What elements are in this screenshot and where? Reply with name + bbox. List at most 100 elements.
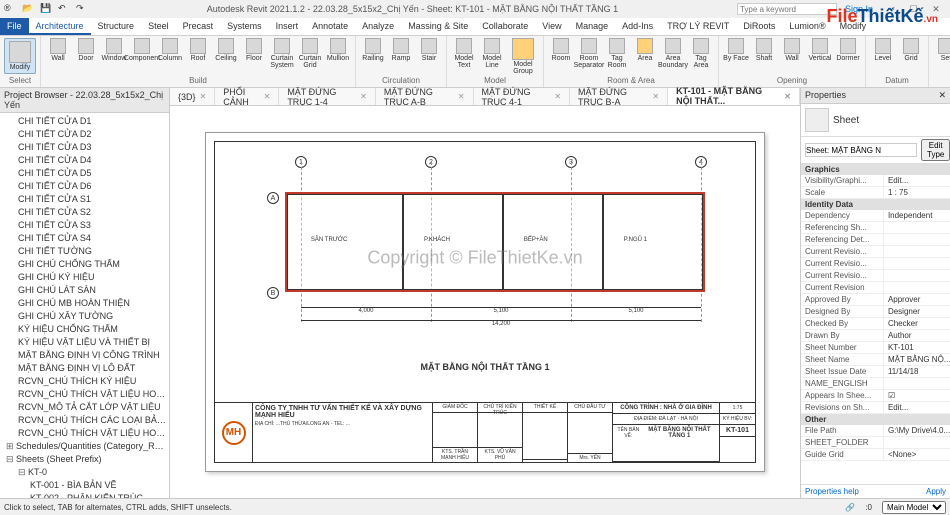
tool-room[interactable]: Room (548, 38, 574, 62)
properties-help-link[interactable]: Properties help (805, 487, 859, 496)
save-icon[interactable]: 💾 (40, 3, 52, 15)
tool-tag-room[interactable]: Tag Room (604, 38, 630, 69)
prop-row[interactable]: Sheet NumberKT-101 (801, 342, 950, 354)
edit-type-button[interactable]: Edit Type (921, 139, 950, 161)
prop-category[interactable]: Other (801, 414, 950, 425)
prop-row[interactable]: Approved ByApprover (801, 294, 950, 306)
prop-row[interactable]: SHEET_FOLDER (801, 437, 950, 449)
prop-row[interactable]: Checked ByChecker (801, 318, 950, 330)
tree-item[interactable]: RCVN_CHÚ THÍCH VẬT LIỆU HOÀN THIỆN (2, 388, 167, 401)
tree-item[interactable]: KT-001 - BÌA BẢN VẼ (2, 479, 167, 492)
ribbon-tab-diroots[interactable]: DiRoots (736, 18, 782, 35)
view-tab[interactable]: MẶT ĐỨNG TRỤC 1-4✕ (279, 88, 376, 105)
tree-item[interactable]: KT-002 - PHÂN KIẾN TRÚC (2, 492, 167, 498)
tree-item[interactable]: CHI TIẾT CỬA D4 (2, 154, 167, 167)
close-tab-icon[interactable]: ✕ (264, 92, 271, 101)
tree-item[interactable]: GHI CHÚ CHỐNG THẤM (2, 258, 167, 271)
ribbon-tab-systems[interactable]: Systems (220, 18, 269, 35)
tool-wall[interactable]: Wall (779, 38, 805, 62)
tree-item[interactable]: GHI CHÚ MB HOÀN THIỆN (2, 297, 167, 310)
ribbon-tab-massing-site[interactable]: Massing & Site (401, 18, 475, 35)
view-tab[interactable]: MẶT ĐỨNG TRỤC A-B✕ (376, 88, 474, 105)
tree-item[interactable]: KÝ HIỆU VẬT LIỆU VÀ THIẾT BỊ (2, 336, 167, 349)
ribbon-tab-add-ins[interactable]: Add-Ins (615, 18, 660, 35)
prop-row[interactable]: Referencing Sh... (801, 222, 950, 234)
ribbon-tab-annotate[interactable]: Annotate (305, 18, 355, 35)
close-tab-icon[interactable]: ✕ (652, 92, 659, 101)
tool-room-separator[interactable]: Room Separator (576, 38, 602, 69)
properties-grid[interactable]: GraphicsVisibility/Graphi...Edit...Scale… (801, 164, 950, 484)
ribbon-tab-analyze[interactable]: Analyze (355, 18, 401, 35)
prop-row[interactable]: Scale1 : 75 (801, 187, 950, 199)
tool-mullion[interactable]: Mullion (325, 38, 351, 62)
tree-item[interactable]: RCVN_CHÚ THÍCH VẬT LIỆU HOÀN THIỆN 2 (2, 427, 167, 440)
ribbon-tab-collaborate[interactable]: Collaborate (475, 18, 535, 35)
close-tab-icon[interactable]: ✕ (554, 92, 561, 101)
prop-row[interactable]: Sheet NameMẶT BẰNG NỘ... (801, 354, 950, 366)
tree-item[interactable]: CHI TIẾT CỬA S3 (2, 219, 167, 232)
ribbon-tab-manage[interactable]: Manage (569, 18, 616, 35)
view-tab[interactable]: MẶT ĐỨNG TRỤC 4-1✕ (474, 88, 571, 105)
tool-area[interactable]: Area (632, 38, 658, 62)
link-icon[interactable]: 🔗 (845, 503, 855, 512)
prop-row[interactable]: Appears In Shee...☑ (801, 390, 950, 402)
ribbon-tab-tr-l-revit[interactable]: TRỢ LÝ REVIT (660, 18, 736, 35)
canvas[interactable]: 1 2 3 4 A B SÂN TRƯỚC (170, 106, 800, 498)
tree-item[interactable]: ⊟Sheets (Sheet Prefix) (2, 453, 167, 466)
prop-row[interactable]: Guide Grid<None> (801, 449, 950, 461)
tree-item[interactable]: MẶT BẰNG ĐỊNH VỊ LÔ ĐẤT (2, 362, 167, 375)
redo-icon[interactable]: ↷ (76, 3, 88, 15)
tool-shaft[interactable]: Shaft (751, 38, 777, 62)
prop-category[interactable]: Identity Data (801, 199, 950, 210)
type-selector[interactable]: Sheet (801, 104, 950, 137)
tree-item[interactable]: CHI TIẾT CỬA D3 (2, 141, 167, 154)
tree-item[interactable]: CHI TIẾT CỬA D2 (2, 128, 167, 141)
tool-ramp[interactable]: Ramp (388, 38, 414, 62)
tree-item[interactable]: CHI TIẾT CỬA S2 (2, 206, 167, 219)
prop-row[interactable]: File PathG:\My Drive\4.0... (801, 425, 950, 437)
tree-item[interactable]: ⊟KT-0 (2, 466, 167, 479)
tree-item[interactable]: CHI TIẾT CỬA D5 (2, 167, 167, 180)
tool-grid[interactable]: Grid (898, 38, 924, 62)
close-tab-icon[interactable]: ✕ (360, 92, 367, 101)
close-icon[interactable]: ✕ (938, 90, 946, 101)
prop-category[interactable]: Graphics (801, 164, 950, 175)
ribbon-tab-lumion-[interactable]: Lumion® (782, 18, 832, 35)
tree-item[interactable]: RCVN_CHÚ THÍCH KÝ HIỆU (2, 375, 167, 388)
ribbon-tab-structure[interactable]: Structure (91, 18, 142, 35)
prop-row[interactable]: DependencyIndependent (801, 210, 950, 222)
prop-row[interactable]: Referencing Det... (801, 234, 950, 246)
tool-by-face[interactable]: By Face (723, 38, 749, 62)
tool-tag-area[interactable]: Tag Area (688, 38, 714, 69)
prop-row[interactable]: Current Revisio... (801, 246, 950, 258)
tool-column[interactable]: Column (157, 38, 183, 62)
tree-item[interactable]: CHI TIẾT TƯỜNG (2, 245, 167, 258)
prop-row[interactable]: Current Revision (801, 282, 950, 294)
tool-floor[interactable]: Floor (241, 38, 267, 62)
tree-item[interactable]: ⊞Schedules/Quantities (Category_RCVN) (2, 440, 167, 453)
workset-select[interactable]: Main Model (882, 501, 946, 514)
tree-item[interactable]: GHI CHÚ LÁT SÀN (2, 284, 167, 297)
prop-row[interactable]: Current Revisio... (801, 258, 950, 270)
tool-model-line[interactable]: Model Line (479, 38, 505, 69)
search-input[interactable] (737, 3, 837, 15)
tool-model-text[interactable]: Model Text (451, 38, 477, 69)
ribbon-tab-steel[interactable]: Steel (141, 18, 176, 35)
tool-curtain-grid[interactable]: Curtain Grid (297, 38, 323, 69)
prop-row[interactable]: Revisions on Sh...Edit... (801, 402, 950, 414)
ribbon-tab-file[interactable]: File (0, 18, 29, 35)
tool-curtain-system[interactable]: Curtain System (269, 38, 295, 69)
tool-component[interactable]: Component (129, 38, 155, 62)
view-tab[interactable]: MẶT ĐỨNG TRỤC B-A✕ (570, 88, 668, 105)
tool-roof[interactable]: Roof (185, 38, 211, 62)
tool-set[interactable]: Set (933, 38, 950, 62)
open-icon[interactable]: 📂 (22, 3, 34, 15)
tool-dormer[interactable]: Dormer (835, 38, 861, 62)
browser-tree[interactable]: CHI TIẾT CỬA D1CHI TIẾT CỬA D2CHI TIẾT C… (0, 113, 169, 498)
prop-row[interactable]: Current Revisio... (801, 270, 950, 282)
tree-item[interactable]: MẶT BẰNG ĐỊNH VỊ CÔNG TRÌNH (2, 349, 167, 362)
ribbon-tab-insert[interactable]: Insert (269, 18, 306, 35)
tool-ceiling[interactable]: Ceiling (213, 38, 239, 62)
ribbon-tab-architecture[interactable]: Architecture (29, 18, 91, 35)
close-tab-icon[interactable]: ✕ (200, 92, 207, 101)
